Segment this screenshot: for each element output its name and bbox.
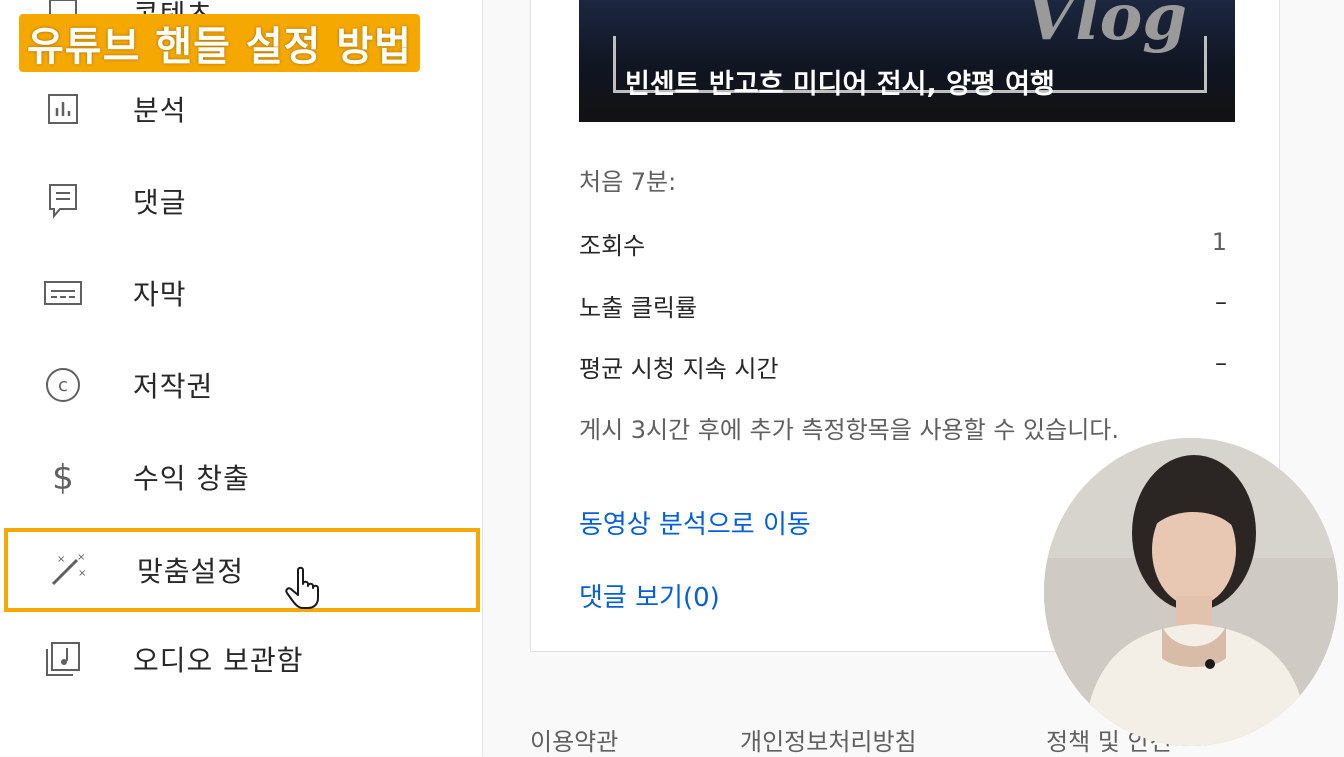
sidebar-item-label: 분석 [133,94,187,127]
video-thumbnail[interactable]: Vlog 빈센트 반고흐 미디어 전시, 양평 여행 [579,0,1235,122]
sidebar-item-label: 오디오 보관함 [133,644,304,677]
sidebar-item-label: 댓글 [133,186,187,219]
sidebar-item-subtitles[interactable]: 자막 [0,250,482,336]
sidebar-item-audio-library[interactable]: 오디오 보관함 [0,616,482,702]
sidebar-item-analytics[interactable]: 분석 [0,66,482,152]
subtitles-icon [40,270,86,316]
sidebar-item-customization[interactable]: × × × 맞춤설정 [4,528,480,612]
footer-terms-link[interactable]: 이용약관 [530,722,618,757]
svg-text:×: × [77,552,85,563]
hand-cursor-icon [285,566,319,609]
svg-text:×: × [78,568,86,579]
stats-note: 게시 3시간 후에 추가 측정항목을 사용할 수 있습니다. [579,416,1119,444]
stat-value-avg-view-duration: – [1215,349,1227,377]
stat-value-views: 1 [1211,228,1227,256]
stats-heading: 처음 7분: [579,168,677,196]
sidebar-item-label: 맞춤설정 [137,555,245,588]
sidebar-item-monetization[interactable]: $ 수익 창출 [0,434,482,520]
sidebar-item-copyright[interactable]: c 저작권 [0,342,482,428]
comments-icon [40,178,86,224]
stat-label-avg-view-duration: 평균 시청 지속 시간 [579,355,779,383]
svg-text:c: c [58,375,68,396]
view-comments-link[interactable]: 댓글 보기(0) [579,577,720,614]
stat-label-views: 조회수 [579,232,646,260]
footer-privacy-link[interactable]: 개인정보처리방침 [740,722,917,757]
stat-label-ctr: 노출 클릭률 [579,294,698,322]
dollar-icon: $ [40,454,86,500]
sidebar-item-label: 저작권 [133,370,214,403]
magic-wand-icon: × × × [44,547,90,593]
analytics-icon [40,86,86,132]
stat-value-ctr: – [1215,288,1227,316]
thumbnail-caption: 빈센트 반고흐 미디어 전시, 양평 여행 [625,69,1055,100]
presenter-webcam [1044,438,1338,746]
presenter-silhouette [1044,438,1338,746]
sidebar-item-label: 자막 [133,278,187,311]
audio-library-icon [40,636,86,682]
svg-text:×: × [57,554,65,565]
copyright-icon: c [40,362,86,408]
video-overlay-title: 유튜브 핸들 설정 방법 [19,14,420,72]
sidebar: 콘텐츠 분석 댓글 [0,0,483,756]
svg-text:$: $ [52,458,74,497]
go-to-analytics-link[interactable]: 동영상 분석으로 이동 [579,504,811,541]
sidebar-item-comments[interactable]: 댓글 [0,158,482,244]
sidebar-item-label: 수익 창출 [133,462,250,495]
